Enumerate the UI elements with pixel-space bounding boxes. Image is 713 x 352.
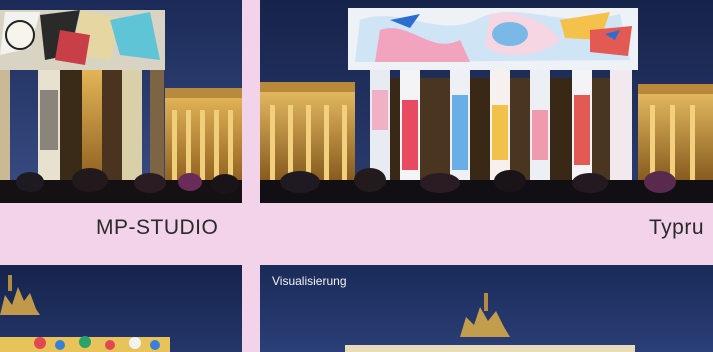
gallery-image-3[interactable] xyxy=(0,265,242,352)
gallery-image-mp-studio[interactable] xyxy=(0,0,242,203)
brandenburg-gate-projection-image xyxy=(0,0,242,203)
visualisierung-label: Visualisierung xyxy=(272,274,347,288)
gallery-image-typru[interactable] xyxy=(260,0,713,203)
caption-typru[interactable]: Typru xyxy=(649,216,704,240)
gallery-image-visualisierung[interactable]: Visualisierung xyxy=(260,265,713,352)
caption-mp-studio[interactable]: MP-STUDIO xyxy=(96,216,218,240)
brandenburg-gate-projection-image xyxy=(260,0,713,203)
brandenburg-gate-projection-image xyxy=(0,265,242,352)
